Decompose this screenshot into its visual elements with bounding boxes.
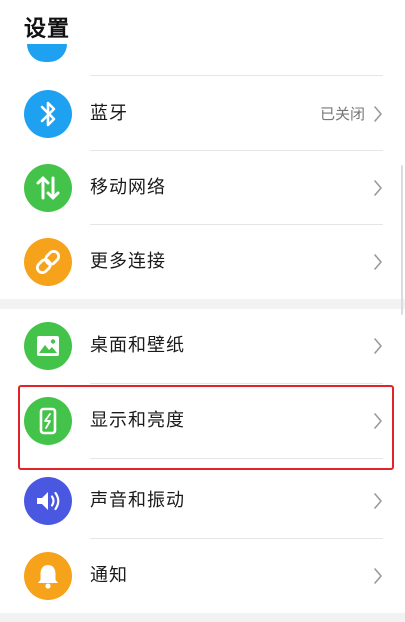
section-separator [0, 299, 405, 309]
phone-brightness-icon [24, 397, 72, 445]
settings-item-bluetooth[interactable]: 蓝牙 已关闭 [0, 77, 405, 151]
settings-item-label: 声音和振动 [90, 490, 185, 511]
settings-item-label: 移动网络 [90, 177, 166, 198]
bell-icon [24, 552, 72, 600]
settings-item-mobile-network[interactable]: 移动网络 [0, 151, 405, 225]
mobile-data-icon [24, 164, 72, 212]
chevron-right-icon [374, 493, 382, 509]
chevron-right-icon [374, 180, 382, 196]
page-title: 设置 [24, 17, 71, 42]
chevron-right-icon [374, 106, 382, 122]
settings-item-display[interactable]: 显示和亮度 [0, 384, 405, 458]
speaker-icon [24, 477, 72, 525]
settings-item-label: 显示和亮度 [90, 410, 185, 431]
link-icon [24, 238, 72, 286]
settings-item-notifications[interactable]: 通知 [0, 539, 405, 613]
bluetooth-icon [24, 90, 72, 138]
settings-item-label: 更多连接 [90, 251, 166, 272]
settings-item-more-connections[interactable]: 更多连接 [0, 225, 405, 299]
image-icon [24, 322, 72, 370]
chevron-right-icon [374, 568, 382, 584]
chevron-right-icon [374, 413, 382, 429]
divider [90, 75, 383, 76]
bluetooth-status: 已关闭 [319, 105, 365, 123]
divider [90, 458, 383, 459]
section-separator [0, 613, 405, 622]
settings-item-sound[interactable]: 声音和振动 [0, 464, 405, 538]
settings-item-label: 蓝牙 [90, 103, 128, 124]
settings-item-wallpaper[interactable]: 桌面和壁纸 [0, 309, 405, 383]
settings-item-label: 桌面和壁纸 [90, 335, 185, 356]
partial-row-icon [27, 44, 67, 62]
scrollbar[interactable] [401, 165, 403, 315]
chevron-right-icon [374, 338, 382, 354]
settings-item-label: 通知 [90, 565, 128, 586]
settings-screen: 设置 蓝牙 已关闭 移动网络 更多连接 桌面和壁纸 显示和亮度 声音和振动 通知 [0, 0, 405, 622]
chevron-right-icon [374, 254, 382, 270]
